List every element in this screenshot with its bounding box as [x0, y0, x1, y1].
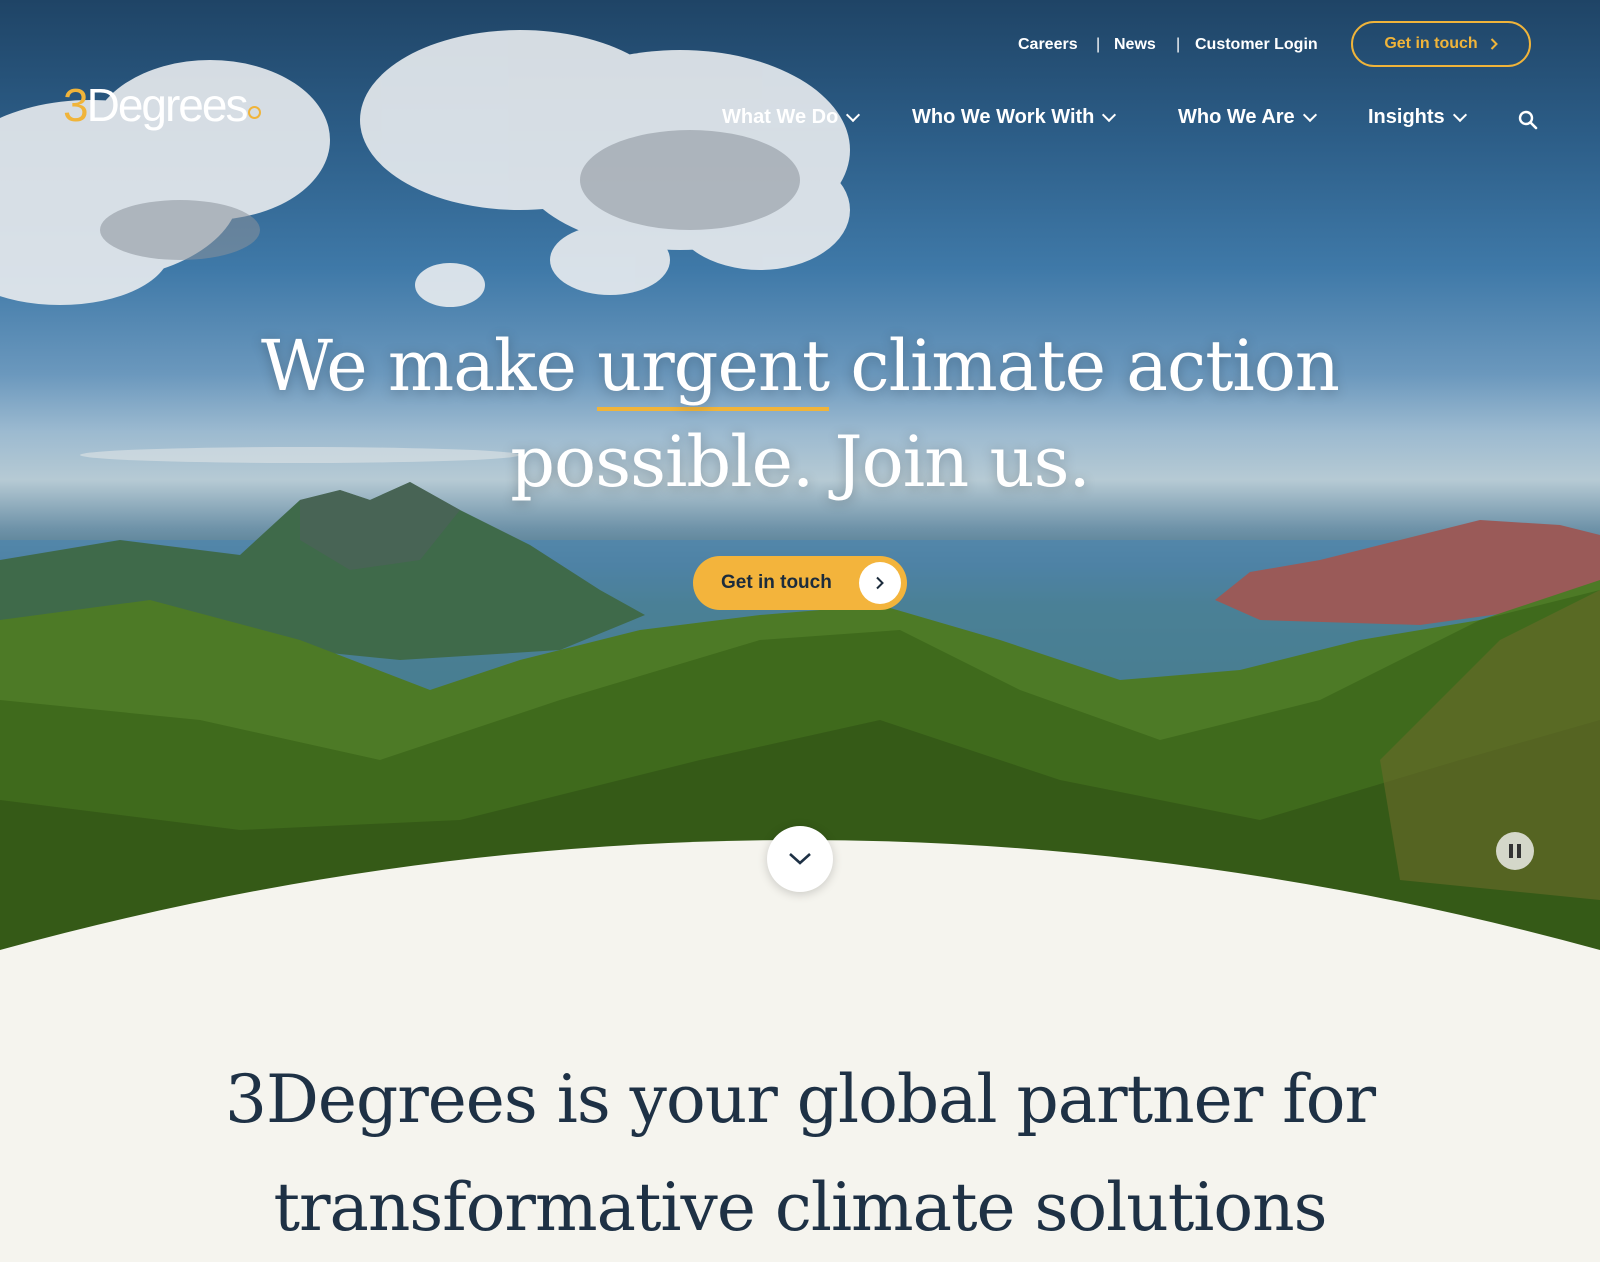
hero-section: 3Degrees Careers | News | Customer Login… [0, 0, 1600, 960]
search-icon[interactable] [1518, 110, 1538, 130]
main-nav: What We Do Who We Work With Who We Are I… [0, 106, 1600, 134]
nav-item-label: Insights [1368, 106, 1445, 128]
news-link[interactable]: News [1114, 36, 1156, 54]
scroll-down-button[interactable] [767, 826, 833, 892]
headline-highlight: urgent [597, 325, 830, 411]
chevron-down-icon [1102, 107, 1117, 123]
hero-headline: We make urgent climate action possible. … [0, 318, 1600, 510]
chevron-down-icon [846, 107, 861, 123]
customer-login-link[interactable]: Customer Login [1195, 36, 1318, 54]
nav-item-insights[interactable]: Insights [1368, 106, 1467, 129]
headline-line-2: possible. Join us. [510, 421, 1090, 503]
nav-item-label: Who We Work With [912, 106, 1095, 128]
chevron-right-icon [1490, 38, 1498, 50]
nav-item-who-we-are[interactable]: Who We Are [1178, 106, 1317, 129]
headline-part: climate action [829, 325, 1340, 407]
header-cta-label: Get in touch [1384, 35, 1478, 52]
headline-part: We make [261, 325, 598, 407]
nav-item-label: What We Do [722, 106, 839, 128]
nav-item-who-we-work-with[interactable]: Who We Work With [912, 106, 1117, 129]
chevron-down-icon [789, 853, 811, 865]
nav-item-what-we-do[interactable]: What We Do [722, 106, 861, 129]
hero-get-in-touch-button[interactable]: Get in touch [693, 556, 907, 610]
utility-separator: | [1096, 36, 1101, 53]
cta-arrow-circle [859, 562, 901, 604]
intro-heading: 3Degrees is your global partner for tran… [224, 1061, 1376, 1246]
header-get-in-touch-button[interactable]: Get in touch [1351, 21, 1531, 67]
chevron-down-icon [1302, 107, 1317, 123]
chevron-down-icon [1452, 107, 1467, 123]
careers-link[interactable]: Careers [1018, 36, 1078, 54]
nav-item-label: Who We Are [1178, 106, 1295, 128]
utility-separator: | [1176, 36, 1181, 53]
hero-cta-label: Get in touch [721, 572, 832, 593]
chevron-right-icon [876, 576, 884, 590]
